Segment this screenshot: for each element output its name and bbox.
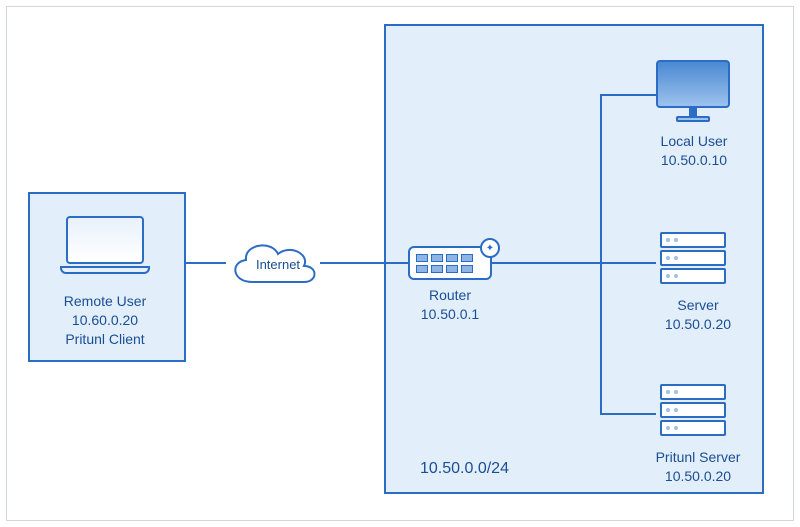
remote-user-name: Remote User	[50, 292, 160, 311]
bus-vertical	[600, 94, 602, 414]
link-bus-to-localuser	[600, 94, 656, 96]
laptop-icon	[60, 216, 150, 276]
router-icon: ✦	[408, 246, 492, 286]
server-icon	[660, 232, 726, 292]
link-bus-to-server	[600, 262, 656, 264]
router-label: Router 10.50.0.1	[408, 286, 492, 324]
local-user-label: Local User 10.50.0.10	[644, 132, 744, 170]
pritunl-server-ip: 10.50.0.20	[644, 467, 752, 486]
desktop-icon	[656, 60, 730, 126]
remote-user-ip: 10.60.0.20	[50, 311, 160, 330]
local-user-name: Local User	[644, 132, 744, 151]
server-label: Server 10.50.0.20	[648, 296, 748, 334]
pritunl-server-label: Pritunl Server 10.50.0.20	[644, 448, 752, 486]
router-badge-icon: ✦	[480, 238, 500, 258]
subnet-label: 10.50.0.0/24	[420, 460, 509, 478]
server-ip: 10.50.0.20	[648, 315, 748, 334]
pritunl-server-name: Pritunl Server	[644, 448, 752, 467]
server-name: Server	[648, 296, 748, 315]
pritunl-server-icon	[660, 384, 726, 444]
remote-user-label: Remote User 10.60.0.20 Pritunl Client	[50, 292, 160, 349]
remote-user-role: Pritunl Client	[50, 330, 160, 349]
internet-label: Internet	[252, 256, 304, 274]
link-router-to-bus	[492, 262, 602, 264]
link-internet-to-router	[320, 262, 408, 264]
link-bus-to-pritunl	[600, 413, 656, 415]
link-remote-to-internet	[186, 262, 226, 264]
local-user-ip: 10.50.0.10	[644, 151, 744, 170]
router-ip: 10.50.0.1	[408, 305, 492, 324]
router-name: Router	[408, 286, 492, 305]
